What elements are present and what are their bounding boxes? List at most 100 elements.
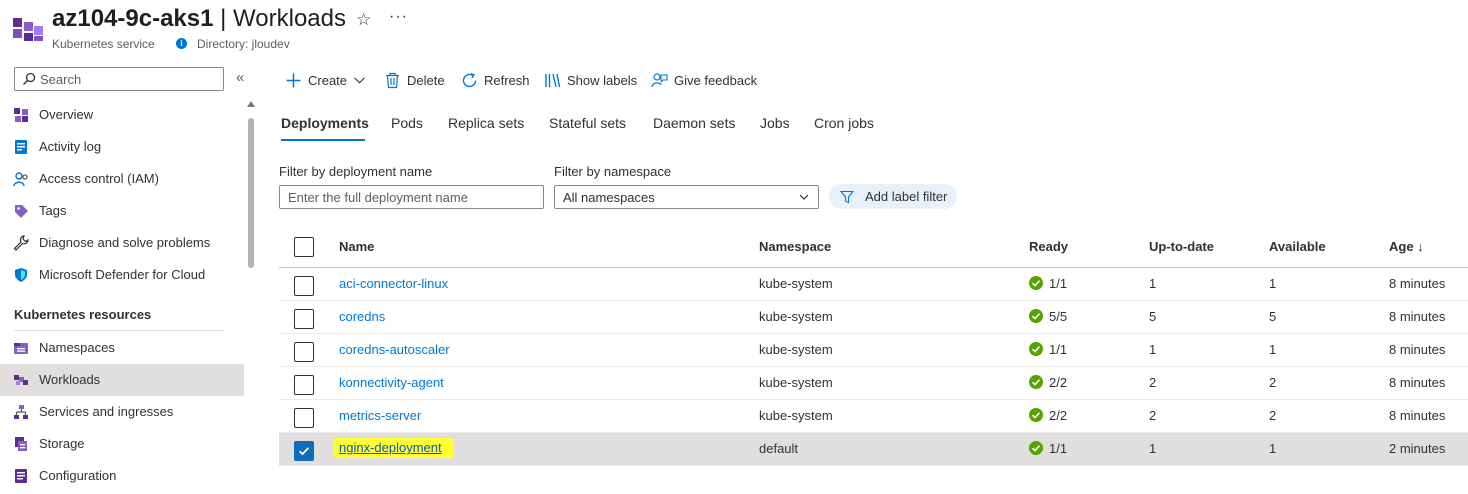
- deployment-name-link[interactable]: coredns-autoscaler: [339, 342, 450, 357]
- tab-cron-jobs[interactable]: Cron jobs: [814, 115, 874, 131]
- check-circle-icon: [1029, 276, 1043, 290]
- labels-icon: [545, 73, 561, 87]
- search-input[interactable]: Search: [14, 67, 224, 91]
- tab-replica-sets[interactable]: Replica sets: [448, 115, 524, 131]
- chevron-down-icon: [354, 76, 365, 84]
- sidebar-item-label: Services and ingresses: [39, 404, 174, 419]
- column-header-ready[interactable]: Ready: [1029, 239, 1068, 254]
- sidebar-item-services[interactable]: Services and ingresses: [0, 396, 244, 428]
- age-cell: 8 minutes: [1389, 408, 1446, 423]
- tab-jobs[interactable]: Jobs: [760, 115, 790, 131]
- blade-header: az104-9c-aks1 | Workloads ☆ ··· Kubernet…: [0, 0, 1468, 60]
- section-divider: [14, 330, 224, 331]
- tab-pods[interactable]: Pods: [391, 115, 423, 131]
- row-checkbox[interactable]: [294, 375, 314, 395]
- row-checkbox[interactable]: [294, 408, 314, 428]
- namespace-cell: kube-system: [759, 276, 833, 291]
- column-header-up-to-date[interactable]: Up-to-date: [1149, 239, 1214, 254]
- add-label-filter-label: Add label filter: [865, 189, 948, 204]
- column-header-name[interactable]: Name: [339, 239, 374, 254]
- sidebar-item-defender[interactable]: Microsoft Defender for Cloud: [0, 259, 244, 291]
- show-labels-button[interactable]: Show labels: [544, 68, 637, 92]
- sidebar-item-storage[interactable]: Storage: [0, 428, 244, 460]
- trash-icon: [386, 72, 399, 88]
- row-checkbox[interactable]: [294, 309, 314, 329]
- tab-stateful-sets[interactable]: Stateful sets: [549, 115, 626, 131]
- namespace-cell: default: [759, 441, 799, 456]
- show-labels-label: Show labels: [567, 72, 638, 88]
- namespace-cell: kube-system: [759, 309, 833, 324]
- up-to-date-cell: 2: [1149, 375, 1157, 390]
- info-icon: i: [176, 38, 187, 49]
- refresh-label: Refresh: [484, 72, 530, 88]
- up-to-date-cell: 5: [1149, 309, 1157, 324]
- age-cell: 8 minutes: [1389, 342, 1446, 357]
- delete-button[interactable]: Delete: [384, 68, 445, 92]
- namespace-cell: kube-system: [759, 375, 833, 390]
- row-checkbox-checked[interactable]: [294, 441, 314, 461]
- give-feedback-button[interactable]: Give feedback: [651, 68, 757, 92]
- workloads-icon: [14, 375, 28, 385]
- sidebar-item-label: Configuration: [39, 468, 117, 483]
- sidebar-item-configuration[interactable]: Configuration: [0, 460, 244, 492]
- sidebar-item-iam[interactable]: Access control (IAM): [0, 163, 244, 195]
- table-row[interactable]: coredns kube-system 5/5 5 5 8 minutes: [279, 301, 1468, 334]
- table-row[interactable]: aci-connector-linux kube-system 1/1 1 1 …: [279, 268, 1468, 301]
- ready-cell: 5/5: [1049, 309, 1068, 324]
- scroll-up-arrow-icon[interactable]: [247, 101, 255, 107]
- namespace-filter-dropdown[interactable]: All namespaces: [554, 185, 819, 209]
- create-label: Create: [308, 72, 348, 88]
- create-button[interactable]: Create: [285, 68, 366, 92]
- table-row[interactable]: konnectivity-agent kube-system 2/2 2 2 8…: [279, 367, 1468, 400]
- sidebar-item-namespaces[interactable]: Namespaces: [0, 332, 244, 364]
- configuration-icon: [15, 469, 27, 483]
- up-to-date-cell: 1: [1149, 276, 1157, 291]
- age-cell: 8 minutes: [1389, 309, 1446, 324]
- namespace-filter-label: Filter by namespace: [554, 164, 672, 179]
- row-checkbox[interactable]: [294, 276, 314, 296]
- table-row[interactable]: metrics-server kube-system 2/2 2 2 8 min…: [279, 400, 1468, 433]
- up-to-date-cell: 1: [1149, 441, 1157, 456]
- sidebar-item-workloads[interactable]: Workloads: [0, 364, 244, 396]
- deployment-name-link[interactable]: konnectivity-agent: [339, 375, 444, 390]
- sidebar-item-label: Workloads: [39, 372, 101, 387]
- available-cell: 1: [1269, 441, 1277, 456]
- collapse-menu-icon[interactable]: «: [236, 69, 244, 86]
- sidebar-scrollbar[interactable]: [244, 100, 258, 494]
- add-label-filter-button[interactable]: Add label filter: [829, 184, 957, 209]
- sidebar-item-diagnose[interactable]: Diagnose and solve problems: [0, 227, 244, 259]
- shield-icon: [15, 268, 27, 282]
- table-row-selected[interactable]: nginx-deployment default 1/1 1 1 2 minut…: [279, 433, 1468, 466]
- table-row[interactable]: coredns-autoscaler kube-system 1/1 1 1 8…: [279, 334, 1468, 367]
- table-header: Name Namespace Ready Up-to-date Availabl…: [279, 228, 1468, 268]
- row-checkbox[interactable]: [294, 342, 314, 362]
- deployment-name-link[interactable]: metrics-server: [339, 408, 421, 423]
- age-cell: 2 minutes: [1389, 441, 1446, 456]
- give-feedback-label: Give feedback: [674, 72, 758, 88]
- overview-icon: [14, 108, 28, 122]
- sidebar-item-tags[interactable]: Tags: [0, 195, 244, 227]
- column-header-available[interactable]: Available: [1269, 239, 1326, 254]
- resource-type: Kubernetes service: [52, 37, 155, 51]
- deployment-name-link[interactable]: nginx-deployment: [333, 438, 454, 458]
- blade-title: Workloads: [233, 5, 346, 32]
- sidebar-item-activity-log[interactable]: Activity log: [0, 131, 244, 163]
- active-tab-indicator: [281, 139, 365, 141]
- column-header-age[interactable]: Age ↓: [1389, 239, 1424, 254]
- favorite-star-icon[interactable]: ☆: [356, 10, 371, 30]
- deployment-name-link[interactable]: coredns: [339, 309, 385, 324]
- tab-deployments[interactable]: Deployments: [281, 115, 369, 131]
- column-header-namespace[interactable]: Namespace: [759, 239, 831, 254]
- tab-daemon-sets[interactable]: Daemon sets: [653, 115, 735, 131]
- more-options-icon[interactable]: ···: [389, 8, 408, 26]
- feedback-icon: [651, 72, 668, 87]
- sidebar-item-overview[interactable]: Overview: [0, 99, 244, 131]
- deployment-name-filter-input[interactable]: Enter the full deployment name: [279, 185, 544, 209]
- sidebar-item-label: Access control (IAM): [39, 171, 159, 186]
- refresh-button[interactable]: Refresh: [461, 68, 530, 92]
- available-cell: 2: [1269, 408, 1277, 423]
- namespace-selected-value: All namespaces: [563, 190, 655, 205]
- scrollbar-thumb[interactable]: [248, 118, 254, 268]
- select-all-checkbox[interactable]: [294, 237, 314, 257]
- deployment-name-link[interactable]: aci-connector-linux: [339, 276, 448, 291]
